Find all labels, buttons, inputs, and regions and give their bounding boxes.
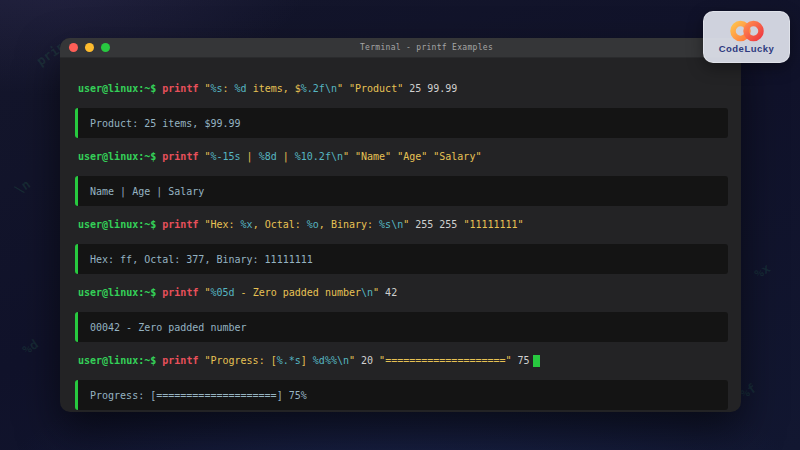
command-line: user@linux:~$ printf "Hex: %x, Octal: %o…	[75, 218, 728, 232]
command-token: printf	[162, 219, 204, 230]
command-line: user@linux:~$ printf " %-15s | %8d | %10.…	[75, 150, 728, 164]
command-token: "Progress: [	[204, 355, 276, 366]
output-box: Progress: [====================] 75%	[75, 380, 728, 410]
terminal-window: Terminal - printf Examples user@linux:~$…	[60, 38, 741, 412]
command-token: printf	[162, 287, 204, 298]
command-token: , Octal:	[253, 219, 307, 230]
command-token: %s	[210, 83, 222, 94]
command-token: %10.2f	[295, 151, 331, 162]
command-token: %-15s	[210, 151, 240, 162]
command-line: user@linux:~$ printf "%05d - Zero padded…	[75, 286, 728, 300]
logo-brand-text: CodeLucky	[719, 43, 775, 54]
window-title: Terminal - printf Examples	[112, 43, 741, 52]
command-token: "	[343, 151, 355, 162]
command-token: |	[241, 151, 259, 162]
command-token: %05d	[210, 287, 234, 298]
command-token: %.*s	[277, 355, 301, 366]
terminal-body[interactable]: user@linux:~$ printf " %s: %d items, $%.2…	[60, 58, 741, 410]
command-token: %d	[235, 83, 247, 94]
command-token: "	[337, 83, 349, 94]
command-token: \n	[337, 355, 349, 366]
output-text: Hex: ff, Octal: 377, Binary: 11111111	[78, 254, 313, 265]
output-text: Product: 25 items, $99.99	[78, 118, 241, 129]
command-token: "Hex:	[204, 219, 240, 230]
command-line: user@linux:~$ printf "Progress: [%.*s] %…	[75, 354, 728, 368]
command-token: printf	[162, 151, 204, 162]
command-token: ]	[301, 355, 313, 366]
command-token: 20	[355, 355, 379, 366]
command-token: user@linux:~$	[78, 151, 162, 162]
command-token: :	[223, 83, 235, 94]
command-token: user@linux:~$	[78, 219, 162, 230]
command-token: %s	[379, 219, 391, 230]
watermark-text: printf	[34, 35, 60, 69]
output-text: 00042 - Zero padded number	[78, 322, 247, 333]
command-token: \n	[361, 287, 373, 298]
infinity-logo-icon	[727, 20, 767, 42]
command-token: user@linux:~$	[78, 287, 162, 298]
command-token: user@linux:~$	[78, 83, 162, 94]
command-token: printf	[162, 355, 204, 366]
close-button[interactable]	[69, 43, 78, 52]
command-token: "===================="	[379, 355, 511, 366]
watermark-clip: printf	[0, 35, 60, 105]
command-token: %8d	[259, 151, 277, 162]
output-text: Name | Age | Salary	[78, 186, 204, 197]
command-token: items, $	[247, 83, 301, 94]
command-token: - Zero padded number	[235, 287, 361, 298]
minimize-button[interactable]	[85, 43, 94, 52]
watermark-text: %d	[20, 336, 41, 357]
watermark-text: \n	[12, 176, 33, 197]
command-token: \n	[391, 219, 403, 230]
watermark-text: %x	[752, 260, 773, 281]
command-token: 75	[512, 355, 530, 366]
command-token: 25 99.99	[403, 83, 457, 94]
command-token: 42	[379, 287, 397, 298]
maximize-button[interactable]	[101, 43, 110, 52]
command-token: "Name" "Age" "Salary"	[355, 151, 481, 162]
output-box: Name | Age | Salary	[75, 176, 728, 206]
command-token: printf	[162, 83, 204, 94]
command-token: %x	[241, 219, 253, 230]
command-token: user@linux:~$	[78, 355, 162, 366]
terminal-titlebar: Terminal - printf Examples	[60, 38, 741, 58]
terminal-cursor	[533, 355, 540, 367]
command-token: , Binary:	[319, 219, 379, 230]
window-controls	[69, 43, 110, 52]
command-token: \n	[331, 151, 343, 162]
output-text: Progress: [====================] 75%	[78, 390, 307, 401]
command-token: 255 255	[409, 219, 463, 230]
command-token: %.2f	[301, 83, 325, 94]
output-box: 00042 - Zero padded number	[75, 312, 728, 342]
command-token: \n	[325, 83, 337, 94]
output-box: Hex: ff, Octal: 377, Binary: 11111111	[75, 244, 728, 274]
command-line: user@linux:~$ printf " %s: %d items, $%.2…	[75, 82, 728, 96]
command-token: %o	[307, 219, 319, 230]
command-token: "Product"	[349, 83, 403, 94]
output-box: Product: 25 items, $99.99	[75, 108, 728, 138]
command-token: |	[277, 151, 295, 162]
command-token: %d%%	[313, 355, 337, 366]
codelucky-logo-badge: CodeLucky	[703, 11, 790, 63]
command-token: "11111111"	[463, 219, 523, 230]
